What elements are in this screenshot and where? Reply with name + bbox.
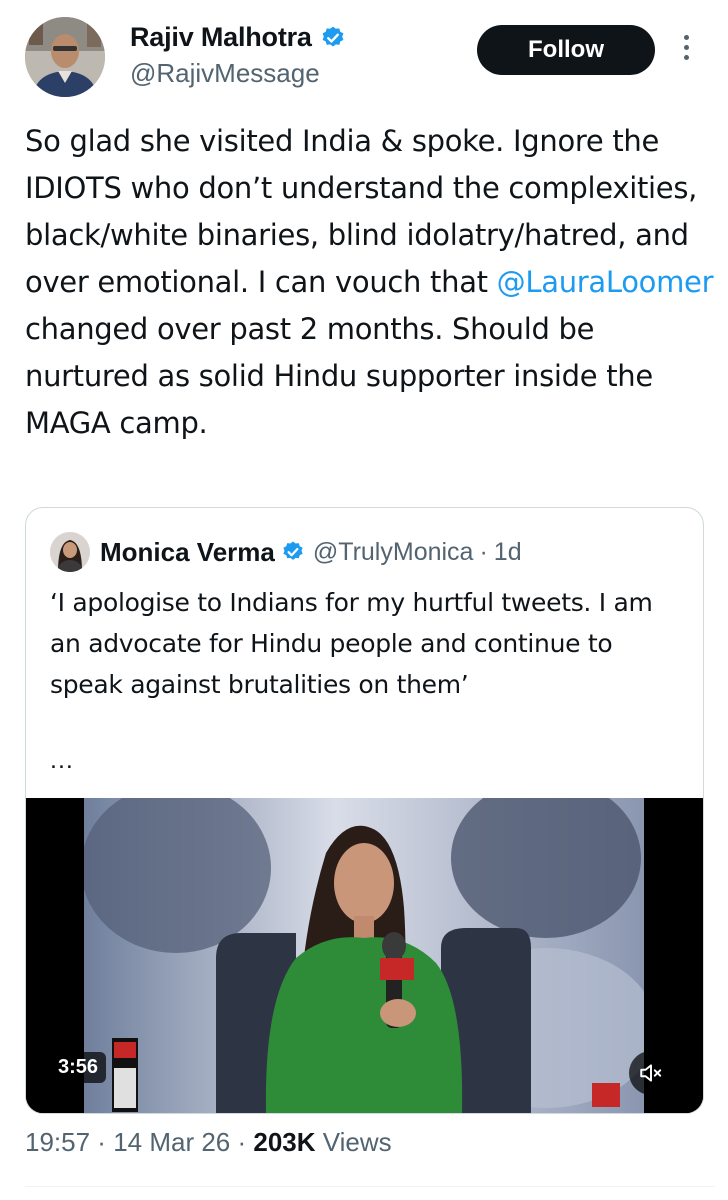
mention-link[interactable]: @LauraLoomer [497,265,714,299]
mute-speaker-icon[interactable] [629,1051,673,1095]
quoted-author-name[interactable]: Monica Verma [100,537,275,568]
tweet-time[interactable]: 19:57 [25,1127,90,1157]
author-handle[interactable]: @RajivMessage [130,58,320,89]
quoted-avatar[interactable] [50,532,90,572]
video-player[interactable]: 3:56 [26,798,703,1113]
quoted-author-handle[interactable]: @TrulyMonica [313,538,474,567]
views-count[interactable]: 203K [253,1127,315,1157]
verified-badge-icon [281,540,305,564]
more-options-icon[interactable] [676,32,696,72]
quoted-tweet[interactable]: Monica Verma @TrulyMonica · 1d ‘I apolog… [25,507,704,1114]
quoted-header: Monica Verma @TrulyMonica · 1d [50,532,522,572]
author-name-row: Rajiv Malhotra [130,22,346,53]
tweet-header: Rajiv Malhotra @RajivMessage Follow [0,0,728,110]
author-name[interactable]: Rajiv Malhotra [130,22,312,53]
verified-badge-icon [320,25,346,51]
follow-button[interactable]: Follow [477,25,655,75]
meta-separator: · [90,1127,114,1157]
divider [25,1186,715,1187]
author-avatar[interactable] [25,17,105,97]
tweet-meta: 19:57 · 14 Mar 26 · 203K Views [25,1127,392,1158]
quoted-ellipsis: ... [50,746,74,774]
video-duration: 3:56 [50,1052,107,1083]
quoted-timestamp[interactable]: 1d [494,538,522,567]
views-label: Views [315,1127,392,1157]
quoted-separator: · [479,537,488,566]
quoted-text: ‘I apologise to Indians for my hurtful t… [50,588,653,699]
tweet-date[interactable]: 14 Mar 26 [113,1127,230,1157]
meta-separator: · [230,1127,254,1157]
tweet-text: So glad she visited India & spoke. Ignor… [25,118,715,447]
video-frame [26,798,703,1113]
